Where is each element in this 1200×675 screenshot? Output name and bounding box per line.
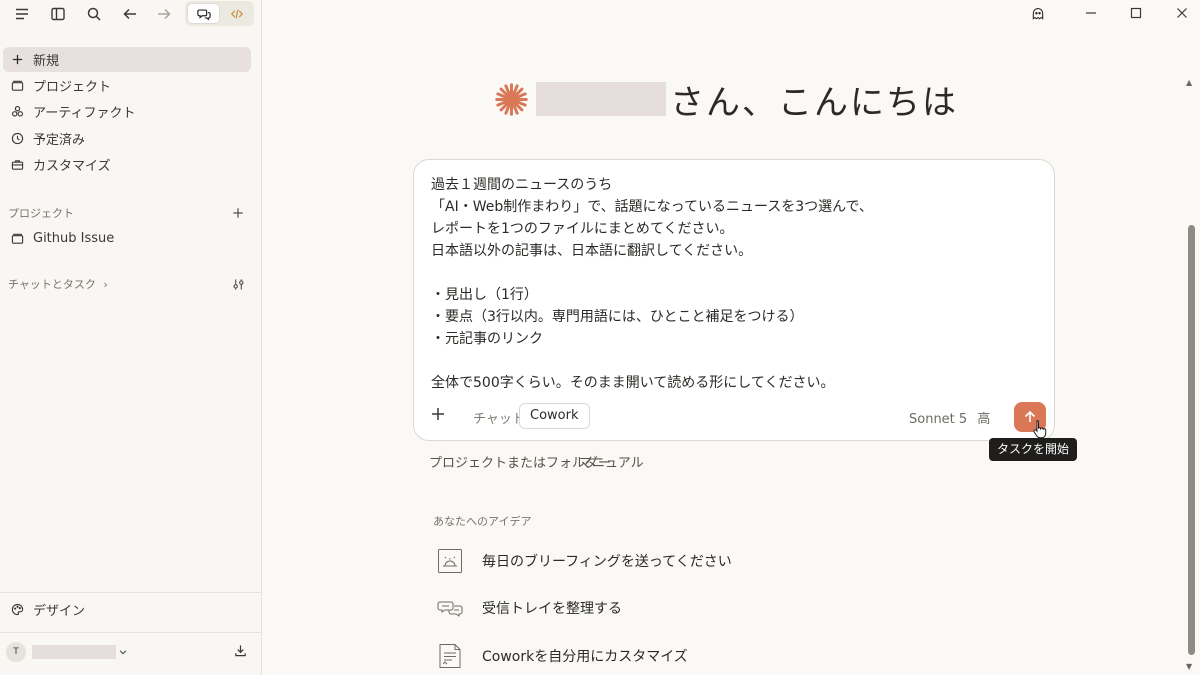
add-attachment-icon[interactable] xyxy=(429,405,447,423)
minimize-icon[interactable] xyxy=(1082,4,1100,22)
mode-cowork-button[interactable]: Cowork xyxy=(519,403,590,429)
chat-mode-icon[interactable] xyxy=(187,3,220,24)
idea-label: 毎日のブリーフィングを送ってください xyxy=(482,554,732,570)
avatar[interactable]: T xyxy=(6,642,26,662)
toolbar xyxy=(0,0,262,28)
sidebar-item-artifacts[interactable]: アーティファクト xyxy=(3,99,251,124)
model-selector[interactable]: Sonnet 5 高 xyxy=(909,408,990,427)
project-item-label: Github Issue xyxy=(33,231,115,246)
greeting: さん、こんにちは xyxy=(493,78,958,123)
add-project-icon[interactable] xyxy=(231,206,245,220)
sidebar-item-label: アーティファクト xyxy=(33,106,136,121)
redacted-username xyxy=(32,645,116,659)
idea-item-customize[interactable]: Coworkを自分用にカスタマイズ xyxy=(433,638,993,674)
prompt-line: 過去１週間のニュースのうち xyxy=(431,177,613,193)
forward-arrow-icon[interactable] xyxy=(153,4,175,24)
code-mode-icon[interactable] xyxy=(222,3,252,24)
inbox-bubbles-icon xyxy=(433,593,467,623)
project-item-github-issue[interactable]: Github Issue xyxy=(3,226,251,251)
prompt-line: レポートを1つのファイルにまとめてください。 xyxy=(431,221,734,237)
palette-icon xyxy=(10,603,24,617)
chevron-down-icon[interactable] xyxy=(118,645,130,659)
sidebar-item-design[interactable]: デザイン xyxy=(3,597,251,622)
prompt-line: ・見出し（1行） xyxy=(431,287,538,303)
chats-section-text: チャットとタスク xyxy=(8,278,96,291)
scroll-up-arrow-icon[interactable]: ▲ xyxy=(1186,78,1192,87)
divider xyxy=(0,632,262,633)
sidebar-item-label: デザイン xyxy=(33,604,86,619)
idea-label: Coworkを自分用にカスタマイズ xyxy=(482,649,688,665)
claude-logo-icon xyxy=(495,82,528,116)
manual-link[interactable]: マニュアル xyxy=(579,452,644,471)
sidebar-item-label: 新規 xyxy=(33,54,60,69)
ghost-icon[interactable] xyxy=(1028,5,1048,23)
document-icon xyxy=(433,641,467,671)
chevron-right-icon: › xyxy=(103,278,108,291)
close-icon[interactable] xyxy=(1173,4,1191,22)
clock-icon xyxy=(10,132,24,146)
artifact-icon xyxy=(10,105,24,119)
prompt-line: 「AI・Web制作まわり」で、話題になっているニュースを3つ選んで、 xyxy=(431,199,873,215)
download-icon[interactable] xyxy=(234,644,248,658)
sidebar-item-scheduled[interactable]: 予定済み xyxy=(3,126,251,151)
search-icon[interactable] xyxy=(83,4,105,24)
prompt-line xyxy=(431,262,1031,284)
sidebar-item-label: 予定済み xyxy=(33,133,86,148)
sidebar-item-label: プロジェクト xyxy=(33,80,112,95)
prompt-line: ・元記事のリンク xyxy=(431,331,543,347)
mouse-cursor-icon xyxy=(1033,419,1047,439)
send-tooltip: タスクを開始 xyxy=(989,438,1078,461)
folder-icon xyxy=(10,232,24,246)
mode-chat-button[interactable]: チャット xyxy=(473,408,525,427)
briefcase-icon xyxy=(10,158,24,172)
chats-section-label[interactable]: チャットとタスク › xyxy=(8,276,108,292)
prompt-line xyxy=(431,350,1031,372)
idea-item-inbox[interactable]: 受信トレイを整理する xyxy=(433,590,993,626)
sidebar-item-new[interactable]: 新規 xyxy=(3,47,251,72)
folder-icon xyxy=(10,79,24,93)
idea-label: 受信トレイを整理する xyxy=(482,601,622,617)
sidebar-item-label: カスタマイズ xyxy=(33,159,111,174)
model-name: Sonnet 5 xyxy=(909,412,968,427)
projects-section-label: プロジェクト xyxy=(8,207,74,220)
prompt-input[interactable]: 過去１週間のニュースのうち 「AI・Web制作まわり」で、話題になっているニュー… xyxy=(431,174,1031,394)
sidebar-toggle-icon[interactable] xyxy=(47,4,69,24)
prompt-line: 全体で500字くらい。そのまま開いて読める形にしてください。 xyxy=(431,375,835,391)
briefing-bell-icon xyxy=(433,546,467,576)
mode-switch xyxy=(185,1,254,26)
sidebar-item-customize[interactable]: カスタマイズ xyxy=(3,152,251,177)
filter-icon[interactable] xyxy=(231,277,245,291)
menu-icon[interactable] xyxy=(11,4,33,24)
divider xyxy=(0,592,262,593)
sidebar: 新規 プロジェクト アーティファクト 予定済み カスタマイズ プロジェクト Gi… xyxy=(0,0,262,675)
prompt-line: 日本語以外の記事は、日本語に翻訳してください。 xyxy=(431,243,753,259)
scroll-down-arrow-icon[interactable]: ▼ xyxy=(1186,662,1192,671)
prompt-composer[interactable]: 過去１週間のニュースのうち 「AI・Web制作まわり」で、話題になっているニュー… xyxy=(413,159,1055,441)
back-arrow-icon[interactable] xyxy=(119,4,141,24)
greeting-text: さん、こんにちは xyxy=(670,82,958,123)
plus-icon xyxy=(10,53,24,67)
effort-level: 高 xyxy=(977,412,991,427)
scrollbar-thumb[interactable] xyxy=(1188,225,1195,655)
idea-item-briefing[interactable]: 毎日のブリーフィングを送ってください xyxy=(433,543,993,579)
maximize-icon[interactable] xyxy=(1127,4,1145,22)
sidebar-item-projects[interactable]: プロジェクト xyxy=(3,73,251,98)
redacted-user-name xyxy=(536,82,666,116)
prompt-line: ・要点（3行以内。専門用語には、ひとこと補足をつける） xyxy=(431,309,804,325)
ideas-section-label: あなたへのアイデア xyxy=(433,515,532,528)
